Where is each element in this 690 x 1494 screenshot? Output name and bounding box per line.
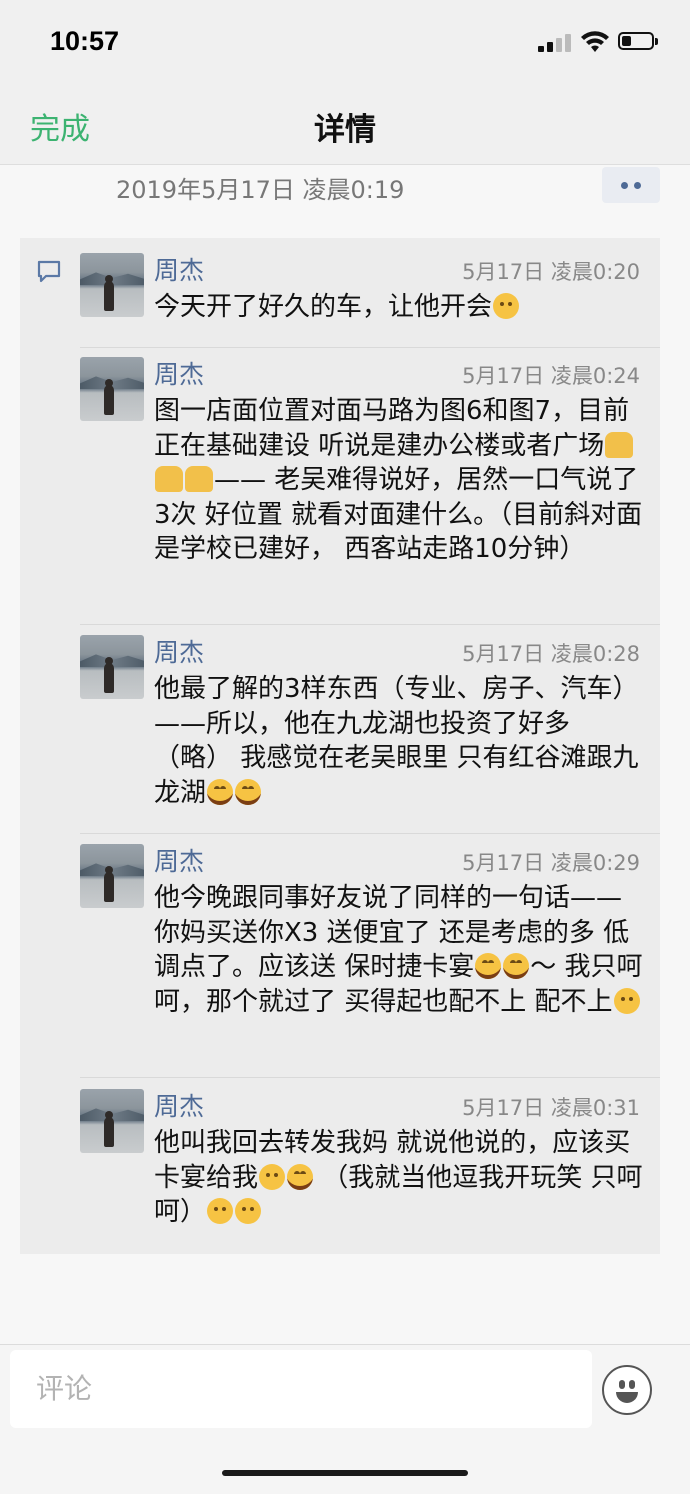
thinking-face-emoji (259, 1163, 286, 1190)
avatar[interactable] (80, 253, 144, 317)
comment-input[interactable]: 评论 (10, 1350, 592, 1428)
status-time: 10:57 (50, 26, 120, 56)
comment-bar: 评论 (0, 1344, 690, 1494)
wifi-icon (581, 31, 609, 52)
avatar[interactable] (80, 357, 144, 421)
post-timestamp: 2019年5月17日 凌晨0:19 (116, 176, 405, 204)
crying-laughing-emoji (235, 778, 262, 805)
comment-author[interactable]: 周杰 (154, 633, 204, 669)
page-title: 详情 (314, 112, 376, 148)
comment-text: 他今晚跟同事好友说了同样的一句话——你妈买送你X3 送便宜了 还是考虑的多 低调… (154, 883, 643, 1017)
status-bar: 10:57 (0, 0, 690, 88)
cellular-signal-icon (538, 34, 572, 52)
folded-hands-emoji (155, 466, 183, 493)
crying-laughing-emoji (207, 778, 234, 805)
crying-laughing-emoji (475, 953, 502, 980)
thinking-face-emoji (207, 1198, 234, 1225)
comment-item: 周杰 5月17日 凌晨0:28 他最了解的3样东西（专业、房子、汽车）——所以，… (20, 625, 660, 833)
comments-panel: 周杰 5月17日 凌晨0:20 今天开了好久的车，让他开会 周杰 5月17日 凌… (20, 238, 660, 1254)
crying-laughing-emoji (503, 953, 530, 980)
smiling-face-emoji (235, 1198, 262, 1225)
avatar[interactable] (80, 1089, 144, 1153)
smiling-face-emoji (613, 987, 640, 1014)
comment-item: 周杰 5月17日 凌晨0:20 今天开了好久的车，让他开会 (20, 238, 660, 348)
comment-timestamp: 5月17日 凌晨0:28 (462, 642, 640, 666)
smiley-face-icon (616, 1392, 638, 1403)
comment-text: 他叫我回去转发我妈 就说他说的，应该买卡宴给我 （我就当他逗我开玩笑 只呵呵） (154, 1128, 643, 1228)
comment-text: 他最了解的3样东西（专业、房子、汽车）——所以，他在九龙湖也投资了好多（略） 我… (154, 674, 639, 808)
comment-timestamp: 5月17日 凌晨0:20 (462, 260, 640, 284)
home-indicator[interactable] (222, 1470, 468, 1476)
emoji-button[interactable] (602, 1365, 652, 1415)
comment-text: 图一店面位置对面马路为图6和图7，目前正在基础建设 听说是建办公楼或者广场—— … (154, 396, 643, 565)
sleepy-face-emoji (493, 293, 520, 319)
more-options-button[interactable] (602, 167, 660, 203)
avatar[interactable] (80, 844, 144, 908)
folded-hands-emoji (605, 431, 634, 458)
comment-author[interactable]: 周杰 (154, 1087, 204, 1123)
comment-item: 周杰 5月17日 凌晨0:24 图一店面位置对面马路为图6和图7，目前正在基础建… (20, 348, 660, 625)
battery-icon (618, 32, 660, 52)
comment-author[interactable]: 周杰 (154, 355, 204, 391)
crying-laughing-emoji (287, 1163, 314, 1190)
avatar[interactable] (80, 635, 144, 699)
comment-timestamp: 5月17日 凌晨0:31 (462, 1096, 640, 1120)
comment-bubble-icon (37, 260, 61, 283)
pointing-hand-emoji (185, 466, 213, 493)
nav-bar: 完成 详情 (0, 88, 690, 165)
comment-item: 周杰 5月17日 凌晨0:31 他叫我回去转发我妈 就说他说的，应该买卡宴给我 … (20, 1078, 660, 1254)
dot-icon (634, 181, 641, 189)
comment-text: 今天开了好久的车，让他开会 (154, 290, 646, 325)
comment-timestamp: 5月17日 凌晨0:24 (462, 364, 640, 388)
comment-author[interactable]: 周杰 (154, 842, 204, 878)
comment-item: 周杰 5月17日 凌晨0:29 他今晚跟同事好友说了同样的一句话——你妈买送你X… (20, 834, 660, 1077)
comment-timestamp: 5月17日 凌晨0:29 (462, 851, 640, 875)
comment-author[interactable]: 周杰 (154, 251, 204, 287)
dot-icon (621, 181, 628, 189)
